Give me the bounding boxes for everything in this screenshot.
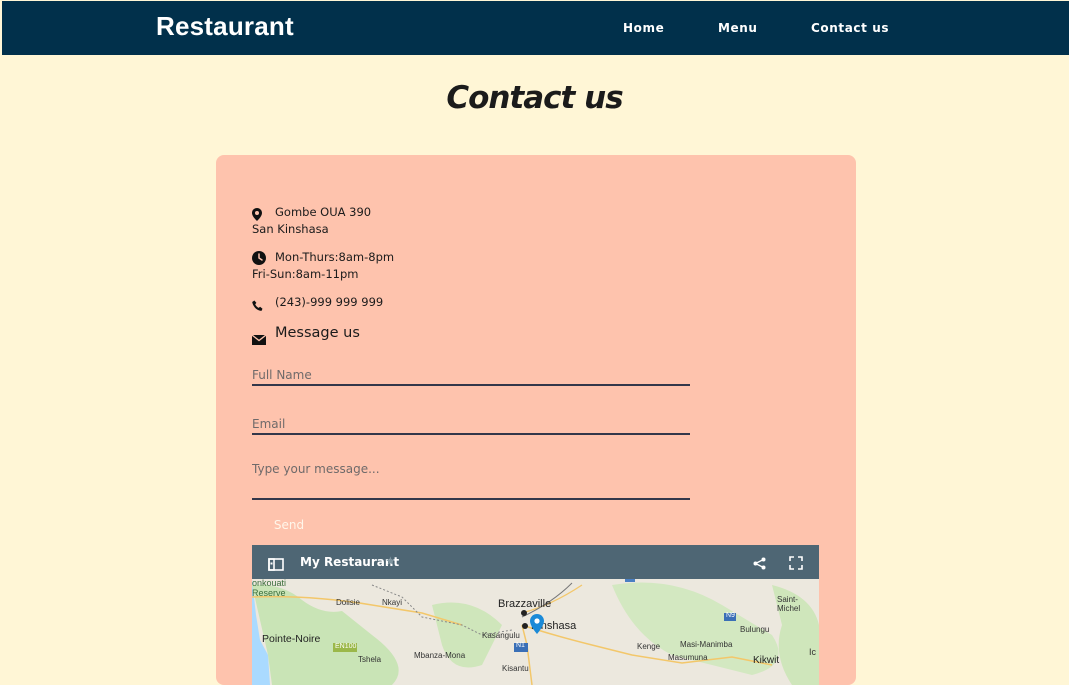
map-marker-pin-icon[interactable] xyxy=(530,614,544,638)
full-name-input[interactable] xyxy=(252,368,690,382)
map-embed[interactable]: Brazzaville Kinshasa Pointe-Noire Dolisi… xyxy=(252,545,819,685)
map-label-en100: EN100 xyxy=(335,643,357,650)
nav-menu-link[interactable]: Menu xyxy=(718,21,758,35)
map-header-bar: My Restaurant ★ xyxy=(252,545,819,579)
map-label-masumuna: Masumuna xyxy=(668,653,708,662)
brand-logo[interactable]: Restaurant xyxy=(156,11,294,42)
navbar: Restaurant Home Menu Contact us xyxy=(2,1,1069,55)
nav-contact-link[interactable]: Contact us xyxy=(811,21,889,35)
map-label-saint-michel: Saint-Michel xyxy=(777,595,801,613)
page-title: Contact us xyxy=(446,80,623,116)
share-icon[interactable] xyxy=(753,555,766,574)
message-field xyxy=(252,462,690,500)
hours-line-2: Fri-Sun:8am-11pm xyxy=(252,267,359,281)
message-textarea[interactable] xyxy=(252,462,690,490)
phone-number: (243)-999 999 999 xyxy=(275,295,384,309)
map-label-kikwit: Kikwit xyxy=(753,655,780,666)
map-label-konkouati: onkouati xyxy=(252,578,287,588)
star-icon[interactable]: ★ xyxy=(385,554,396,568)
map-label-nkayi: Nkayi xyxy=(382,598,403,607)
map-label-kasangulu: Kasangulu xyxy=(482,631,520,640)
map-label-masi-manimba: Masi-Manimba xyxy=(680,640,733,649)
address-line-1: Gombe OUA 390 xyxy=(275,205,372,219)
full-name-field xyxy=(252,364,690,386)
sidebar-toggle-icon[interactable] xyxy=(268,556,284,575)
map-label-dolisie: Dolisie xyxy=(336,598,361,607)
map-label-kenge: Kenge xyxy=(637,642,661,651)
message-heading: Message us xyxy=(275,325,360,341)
map-label-kisantu: Kisantu xyxy=(502,664,529,673)
address-line-2: San Kinshasa xyxy=(252,222,329,236)
email-field xyxy=(252,413,690,435)
send-button[interactable]: Send xyxy=(252,515,326,535)
phone-icon xyxy=(252,297,264,316)
hours-line-1: Mon-Thurs:8am-8pm xyxy=(275,250,395,264)
map-label-mbanza: Mbanza-Mona xyxy=(414,651,466,660)
map-label-tshela: Tshela xyxy=(358,655,382,664)
map-label-brazzaville: Brazzaville xyxy=(498,598,552,610)
map-label-edge: Ic xyxy=(809,647,817,657)
map-label-pointe-noire: Pointe-Noire xyxy=(262,633,321,645)
fullscreen-icon[interactable] xyxy=(789,555,803,574)
map-label-n1: N1 xyxy=(516,642,525,649)
envelope-icon xyxy=(251,330,267,349)
map-label-n9: N9 xyxy=(726,612,735,619)
map-label-reserve: Reserve xyxy=(252,588,286,598)
email-input[interactable] xyxy=(252,417,690,431)
map-label-bulungu: Bulungu xyxy=(740,625,770,634)
nav-home-link[interactable]: Home xyxy=(623,21,664,35)
